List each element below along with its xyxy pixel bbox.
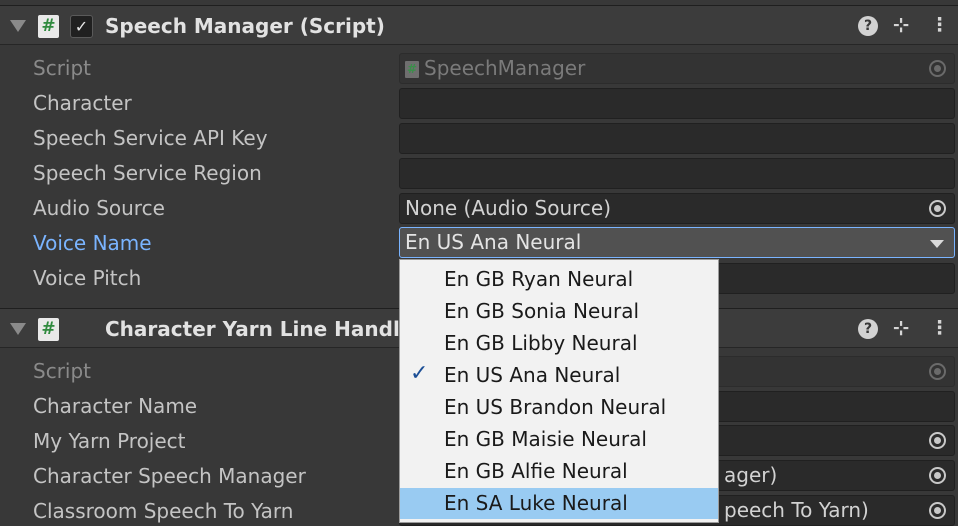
foldout-arrow-icon[interactable]	[10, 323, 26, 335]
menu-item-selected[interactable]: ✓ En US Ana Neural	[400, 360, 718, 391]
menu-item[interactable]: En GB Alfie Neural	[400, 456, 718, 487]
voice-name-dropdown[interactable]: En US Ana Neural	[399, 227, 955, 258]
menu-item[interactable]: En GB Maisie Neural	[400, 424, 718, 455]
region-field[interactable]	[399, 158, 955, 189]
menu-item-label: En GB Sonia Neural	[444, 299, 639, 323]
component-title: Character Yarn Line Handler (	[105, 317, 440, 341]
audio-source-value: None (Audio Source)	[405, 196, 612, 220]
menu-item-label: En GB Libby Neural	[444, 331, 638, 355]
menu-item-label: En GB Alfie Neural	[444, 459, 628, 483]
menu-item-label: En US Brandon Neural	[444, 395, 667, 419]
script-field-value: SpeechManager	[424, 56, 586, 80]
menu-item-hovered[interactable]: En SA Luke Neural	[400, 488, 718, 519]
chevron-down-icon	[930, 240, 944, 248]
menu-item-label: En SA Luke Neural	[444, 491, 628, 515]
foldout-arrow-icon[interactable]	[10, 20, 26, 32]
script-icon: #	[38, 318, 59, 341]
script-asset-icon: #	[405, 61, 419, 78]
menu-item[interactable]: En GB Ryan Neural	[400, 264, 718, 295]
menu-item[interactable]: En US Brandon Neural	[400, 392, 718, 423]
presets-icon[interactable]: ⊹	[893, 317, 909, 339]
speech-to-yarn-value: peech To Yarn)	[724, 498, 869, 522]
character-name-label: Character Name	[33, 394, 198, 418]
api-key-field[interactable]	[399, 123, 955, 154]
object-picker-icon	[929, 60, 946, 77]
script-label: Script	[33, 359, 92, 383]
menu-item-label: En GB Maisie Neural	[444, 427, 647, 451]
more-options-icon[interactable]: ⋮	[930, 14, 949, 36]
checkmark-icon: ✓	[410, 361, 429, 386]
voice-name-value: En US Ana Neural	[405, 230, 582, 254]
speech-manager-ref-label: Character Speech Manager	[33, 464, 306, 488]
speech-manager-ref-value: ager)	[724, 463, 778, 487]
region-label: Speech Service Region	[33, 161, 262, 185]
component-title: Speech Manager (Script)	[105, 14, 385, 38]
audio-source-field[interactable]: None (Audio Source)	[399, 193, 955, 224]
help-icon[interactable]: ?	[858, 319, 878, 339]
voice-name-label: Voice Name	[33, 231, 152, 255]
object-picker-icon[interactable]	[929, 502, 946, 519]
speech-to-yarn-label: Classroom Speech To Yarn	[33, 499, 294, 523]
script-field: # SpeechManager	[399, 53, 955, 84]
script-icon: #	[38, 15, 59, 38]
character-label: Character	[33, 91, 132, 115]
menu-item-label: En GB Ryan Neural	[444, 267, 634, 291]
help-icon[interactable]: ?	[858, 16, 878, 36]
menu-item[interactable]: En GB Sonia Neural	[400, 296, 718, 327]
api-key-label: Speech Service API Key	[33, 126, 268, 150]
voice-name-menu: En GB Ryan Neural En GB Sonia Neural En …	[399, 259, 719, 523]
audio-source-label: Audio Source	[33, 196, 165, 220]
yarn-project-label: My Yarn Project	[33, 429, 186, 453]
menu-item-label: En US Ana Neural	[444, 363, 621, 387]
script-label: Script	[33, 56, 92, 80]
object-picker-icon[interactable]	[929, 432, 946, 449]
component-enabled-checkbox[interactable]: ✓	[70, 15, 93, 38]
voice-pitch-label: Voice Pitch	[33, 266, 142, 290]
presets-icon[interactable]: ⊹	[893, 14, 909, 36]
object-picker-icon	[929, 363, 946, 380]
speech-manager-header[interactable]: # ✓ Speech Manager (Script) ? ⊹ ⋮	[0, 5, 958, 45]
more-options-icon[interactable]: ⋮	[930, 317, 949, 339]
object-picker-icon[interactable]	[929, 467, 946, 484]
object-picker-icon[interactable]	[929, 200, 946, 217]
menu-item[interactable]: En GB Libby Neural	[400, 328, 718, 359]
character-field[interactable]	[399, 88, 955, 119]
